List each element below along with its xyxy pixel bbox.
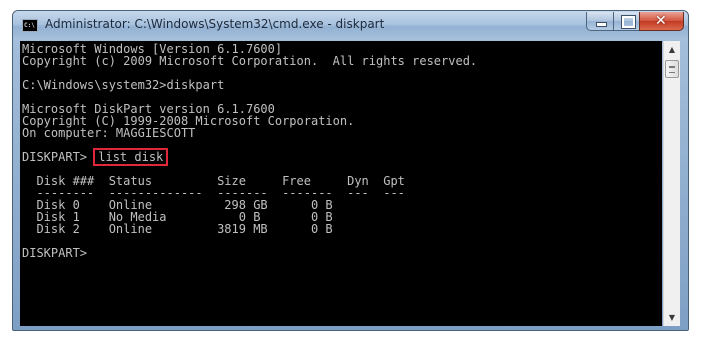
scroll-thumb[interactable] — [665, 60, 679, 78]
maximize-button[interactable] — [613, 12, 640, 31]
vertical-scrollbar[interactable]: ▲ ▼ — [663, 41, 680, 326]
diskpart-prompt: DISKPART> — [22, 150, 95, 164]
console-output[interactable]: Microsoft Windows [Version 6.1.7600] Cop… — [20, 41, 662, 326]
minimize-button[interactable] — [586, 12, 614, 31]
highlighted-command: list disk — [93, 148, 169, 166]
close-icon: ✕ — [655, 13, 667, 29]
scroll-down-arrow-icon[interactable]: ▼ — [664, 309, 680, 326]
maximize-icon — [621, 15, 636, 29]
console-line-diskpart-command: C:\Windows\system32>diskpart — [22, 78, 225, 92]
close-button[interactable]: ✕ — [639, 12, 684, 31]
console-line-computer-name: On computer: MAGGIESCOTT — [22, 126, 196, 140]
cmd-icon[interactable]: C:\ — [22, 19, 38, 32]
title-bar[interactable]: C:\ Administrator: C:\Windows\System32\c… — [13, 11, 688, 40]
scroll-up-arrow-icon[interactable]: ▲ — [664, 41, 680, 58]
window-title: Administrator: C:\Windows\System32\cmd.e… — [45, 17, 385, 31]
console-line-list-disk: DISKPART> list disk — [22, 148, 477, 166]
cmd-window: C:\ Administrator: C:\Windows\System32\c… — [12, 10, 689, 331]
console-line-copyright: Copyright (c) 2009 Microsoft Corporation… — [22, 54, 478, 68]
disk-table-row: Disk 2 Online 3819 MB 0 B — [22, 222, 333, 236]
console-line-prompt: DISKPART> — [22, 246, 95, 260]
minimize-icon — [596, 22, 607, 27]
